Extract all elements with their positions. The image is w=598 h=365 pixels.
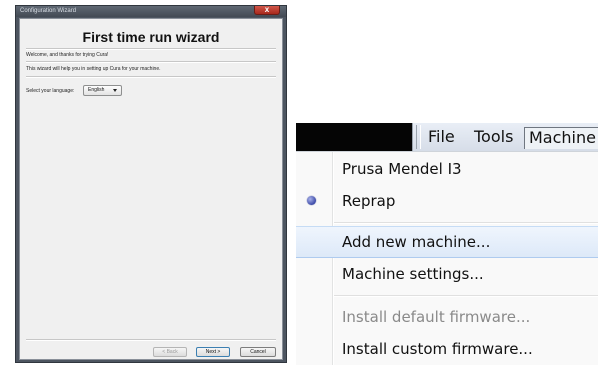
menu-file[interactable]: File [428, 123, 455, 151]
wizard-content: First time run wizard Welcome, and thank… [19, 18, 283, 360]
menu-item-prusa-mendel-i3[interactable]: Prusa Mendel I3 [296, 153, 598, 185]
menu-machine[interactable]: Machine [524, 127, 598, 149]
screenshot-root: Configuration Wizard x First time run wi… [0, 0, 598, 365]
next-button[interactable]: Next > [196, 347, 230, 357]
menu-separator [334, 222, 598, 224]
menu-item-reprap[interactable]: Reprap [296, 185, 598, 217]
menu-item-label: Install default firmware... [342, 308, 531, 326]
radio-selected-icon [307, 196, 316, 205]
heading-divider [26, 48, 276, 50]
welcome-divider [26, 61, 276, 63]
menubar-dark-region [296, 123, 412, 151]
window-title: Configuration Wizard [20, 8, 77, 14]
menubar-grip [416, 125, 421, 149]
menu-item-add-new-machine[interactable]: Add new machine... [296, 226, 598, 258]
language-select[interactable]: English [83, 85, 122, 96]
back-button[interactable]: < Back [153, 347, 187, 357]
menubar: File Tools Machine [296, 123, 598, 151]
menu-item-install-default-firmware[interactable]: Install default firmware... [296, 301, 598, 333]
wizard-heading: First time run wizard [82, 29, 220, 45]
machine-dropdown: Prusa Mendel I3 Reprap Add new machine..… [296, 151, 598, 365]
menu-item-label: Add new machine... [342, 233, 491, 251]
cancel-button[interactable]: Cancel [240, 347, 276, 357]
menu-item-label: Prusa Mendel I3 [342, 160, 462, 178]
info-divider [26, 76, 276, 78]
menu-tools[interactable]: Tools [474, 123, 513, 151]
close-button[interactable]: x [254, 6, 280, 15]
menu-item-install-custom-firmware[interactable]: Install custom firmware... [296, 333, 598, 365]
machine-menu-crop: File Tools Machine Prusa Mendel I3 Repra… [296, 123, 598, 365]
language-select-value: English [88, 87, 105, 93]
info-text: This wizard will help you in setting up … [26, 66, 161, 72]
chevron-down-icon [113, 89, 117, 92]
window-titlebar[interactable]: Configuration Wizard x [16, 6, 286, 17]
language-label: Select your language: [26, 88, 75, 94]
footer-divider [26, 339, 276, 341]
menu-item-label: Reprap [342, 192, 396, 210]
menu-separator [334, 295, 598, 297]
menu-item-label: Machine settings... [342, 265, 484, 283]
menu-item-machine-settings[interactable]: Machine settings... [296, 258, 598, 290]
configuration-wizard-window: Configuration Wizard x First time run wi… [15, 5, 287, 363]
menu-item-label: Install custom firmware... [342, 340, 533, 358]
welcome-text: Welcome, and thanks for trying Cura! [26, 52, 109, 58]
